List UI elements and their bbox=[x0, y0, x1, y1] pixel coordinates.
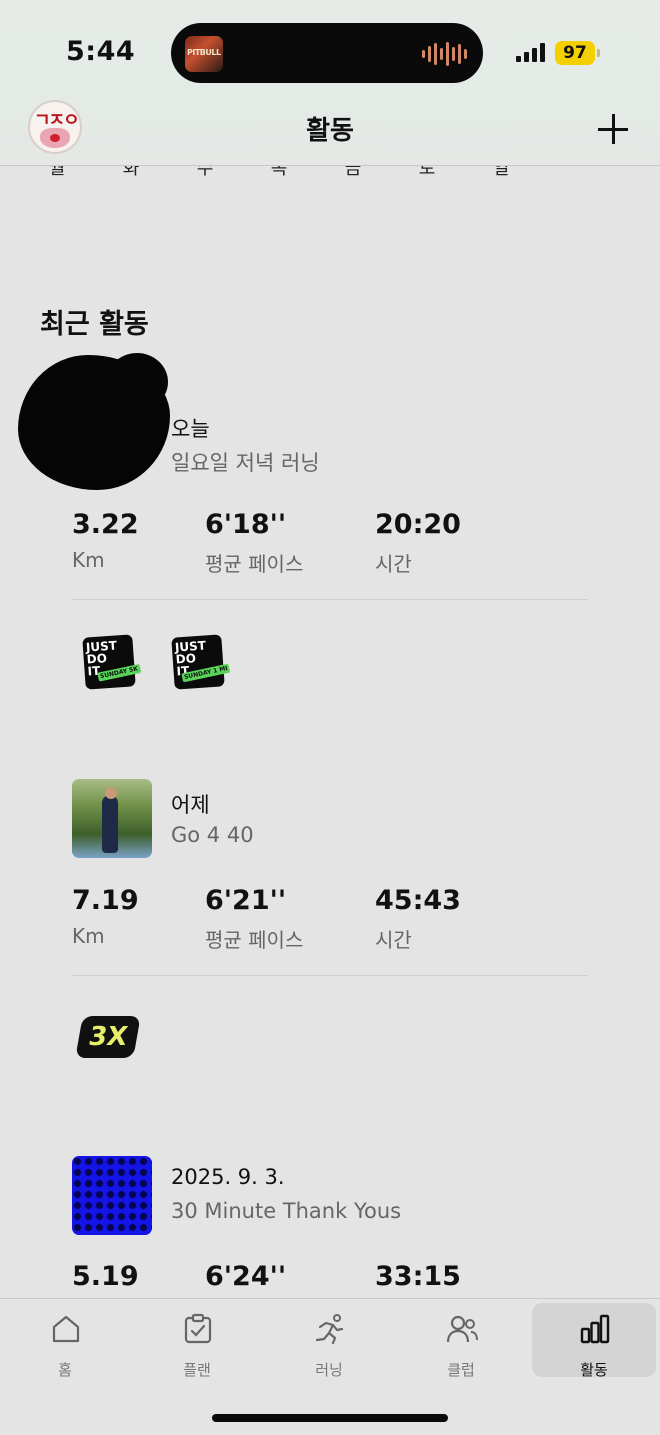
tab-activity[interactable]: 활동 bbox=[532, 1303, 656, 1379]
distance-value: 7.19 bbox=[72, 885, 139, 916]
divider bbox=[72, 975, 588, 976]
duration-label: 시간 bbox=[375, 928, 412, 952]
just-do-it-badge-icon[interactable]: JUST DO IT. SUNDAY 5K bbox=[82, 634, 142, 690]
status-bar: 5:44 PITBULL 97 bbox=[0, 0, 660, 100]
tab-club[interactable]: 클럽 bbox=[399, 1303, 523, 1379]
cellular-signal-icon bbox=[516, 42, 545, 62]
tab-label: 클럽 bbox=[447, 1361, 475, 1379]
plan-icon bbox=[184, 1313, 212, 1344]
pace-value: 6'21'' bbox=[205, 885, 287, 916]
activity-name: Go 4 40 bbox=[171, 823, 254, 847]
activity-chart-icon bbox=[580, 1314, 610, 1344]
duration-label: 시간 bbox=[375, 552, 412, 576]
tab-plan[interactable]: 플랜 bbox=[135, 1303, 259, 1379]
activity-thumbnail-redacted bbox=[18, 353, 170, 490]
tab-label: 활동 bbox=[580, 1361, 608, 1379]
weekday-label: 월 bbox=[48, 166, 66, 178]
app-header: ㄱㅈㅇ 활동 bbox=[0, 100, 660, 166]
activity-date: 어제 bbox=[171, 793, 210, 817]
tab-home[interactable]: 홈 bbox=[3, 1303, 127, 1379]
duration-value: 33:15 bbox=[375, 1261, 461, 1292]
three-x-badge-icon[interactable]: 3X bbox=[75, 1016, 141, 1058]
club-icon bbox=[446, 1315, 478, 1343]
just-do-it-badge-icon[interactable]: JUST DO IT. SUNDAY 1 MI bbox=[171, 634, 231, 690]
home-indicator[interactable] bbox=[212, 1414, 448, 1422]
runner-figure-icon bbox=[102, 795, 118, 853]
distance-value: 5.19 bbox=[72, 1261, 139, 1292]
home-icon bbox=[52, 1315, 80, 1343]
now-playing-album-art: PITBULL bbox=[185, 36, 223, 72]
page-title: 활동 bbox=[306, 116, 354, 146]
activity-thumbnail-pattern bbox=[72, 1156, 152, 1235]
tab-label: 플랜 bbox=[183, 1361, 211, 1379]
activity-date: 2025. 9. 3. bbox=[171, 1165, 285, 1189]
running-icon bbox=[315, 1314, 344, 1345]
weekday-strip: 월 화 수 목 금 토 일 bbox=[0, 166, 660, 178]
weekday-label: 금 bbox=[344, 166, 362, 178]
activity-date: 오늘 bbox=[171, 417, 210, 441]
runner-head bbox=[105, 787, 117, 799]
pace-value: 6'18'' bbox=[205, 509, 287, 540]
activity-name: 일요일 저녁 러닝 bbox=[171, 451, 320, 475]
weekday-label: 화 bbox=[122, 166, 140, 178]
activity-name: 30 Minute Thank Yous bbox=[171, 1199, 402, 1223]
distance-unit: Km bbox=[72, 924, 105, 948]
audio-waveform-icon bbox=[422, 41, 467, 67]
weekday-label: 목 bbox=[270, 166, 288, 178]
add-activity-button[interactable] bbox=[596, 112, 630, 146]
distance-value: 3.22 bbox=[72, 509, 139, 540]
dynamic-island[interactable]: PITBULL bbox=[171, 23, 483, 83]
status-time: 5:44 bbox=[66, 36, 136, 67]
tab-running[interactable]: 러닝 bbox=[267, 1303, 391, 1379]
activity-thumbnail-photo bbox=[72, 779, 152, 858]
weekday-label: 수 bbox=[196, 166, 214, 178]
weekday-label: 일 bbox=[492, 166, 510, 178]
tab-label: 러닝 bbox=[315, 1361, 343, 1379]
pace-label: 평균 페이스 bbox=[205, 928, 304, 952]
album-label: PITBULL bbox=[187, 48, 221, 57]
weekday-label: 토 bbox=[418, 166, 436, 178]
distance-unit: Km bbox=[72, 548, 105, 572]
battery-indicator: 97 bbox=[555, 41, 600, 65]
tab-label: 홈 bbox=[58, 1361, 72, 1379]
divider bbox=[72, 599, 588, 600]
recent-activity-heading: 최근 활동 bbox=[40, 309, 149, 340]
pace-label: 평균 페이스 bbox=[205, 552, 304, 576]
pace-value: 6'24'' bbox=[205, 1261, 287, 1292]
duration-value: 20:20 bbox=[375, 509, 461, 540]
duration-value: 45:43 bbox=[375, 885, 461, 916]
